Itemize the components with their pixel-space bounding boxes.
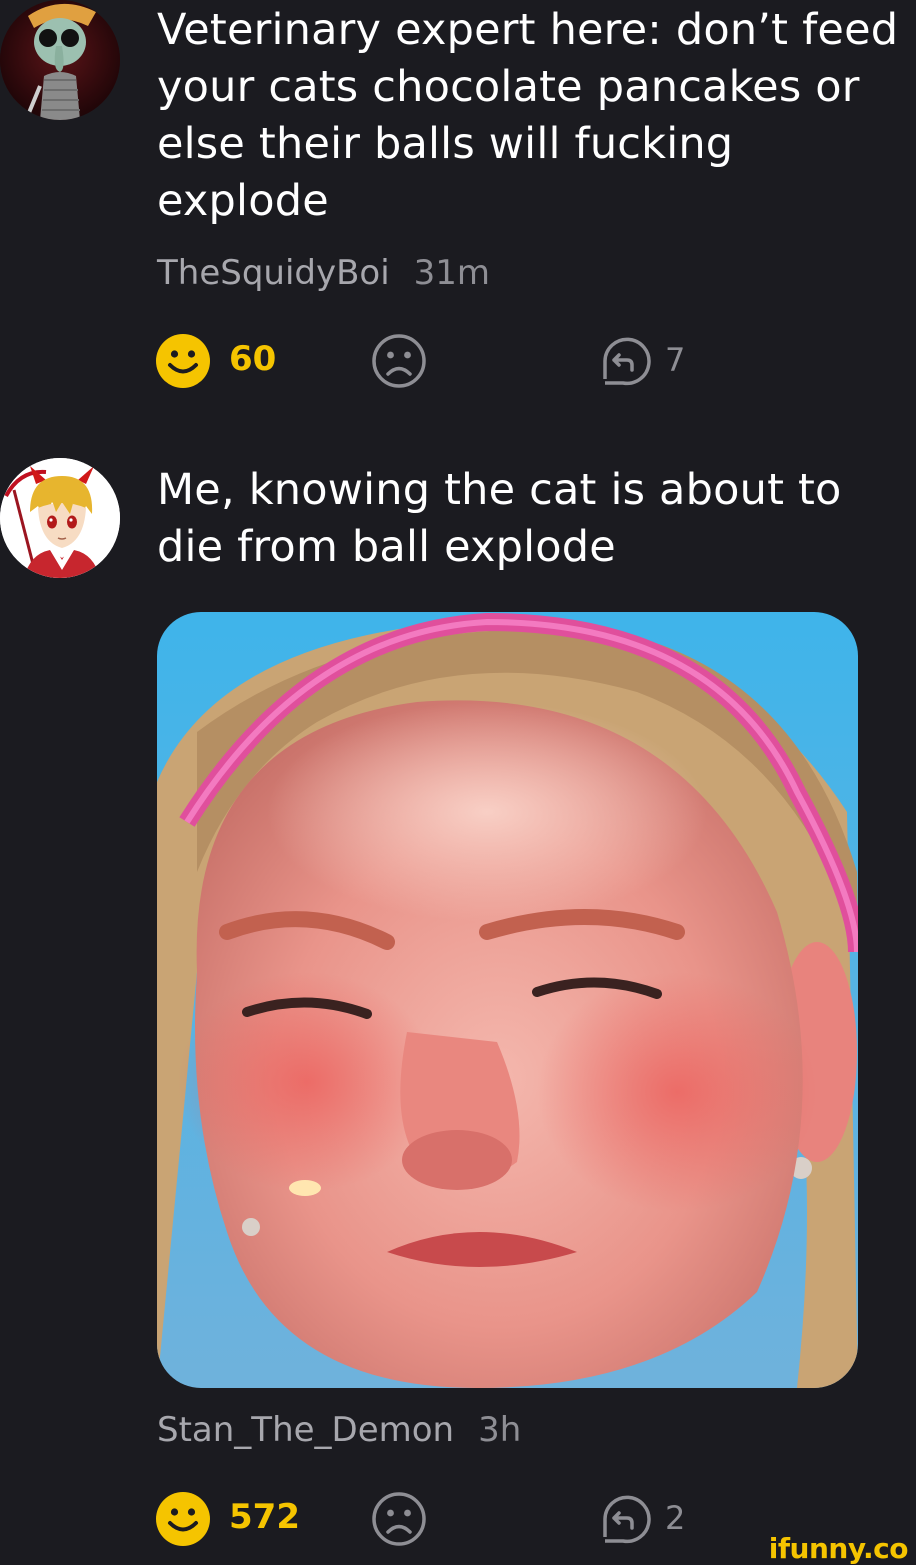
reply-count: 7 xyxy=(665,341,686,379)
comment-text-line: explode xyxy=(157,176,329,226)
comment-actions: 572 2 xyxy=(155,1491,855,1547)
smile-icon[interactable] xyxy=(155,333,211,389)
timestamp: 3h xyxy=(478,1410,522,1450)
comment-actions: 60 7 xyxy=(155,333,855,389)
comment-text-line: Veterinary expert here: don’t feed xyxy=(157,5,899,55)
smile-count: 572 xyxy=(229,1497,300,1537)
comment-text-line: die from ball explode xyxy=(157,522,616,572)
comment-attached-image[interactable] xyxy=(157,612,858,1388)
avatar[interactable] xyxy=(0,458,120,578)
ifunny-watermark: ifunny.co xyxy=(768,1532,909,1565)
comment-meta: Stan_The_Demon 3h xyxy=(157,1410,521,1450)
comment-meta: TheSquidyBoi 31m xyxy=(157,253,490,293)
unsmile-icon[interactable] xyxy=(371,333,427,389)
timestamp: 31m xyxy=(413,253,491,293)
reply-icon[interactable] xyxy=(595,333,651,389)
reply-count: 2 xyxy=(665,1499,686,1537)
smile-icon[interactable] xyxy=(155,1491,211,1547)
comment-text-line: Me, knowing the cat is about to xyxy=(157,465,842,515)
username-link[interactable]: Stan_The_Demon xyxy=(157,1410,454,1450)
anime-demon-avatar-icon xyxy=(0,458,120,578)
smile-count: 60 xyxy=(229,339,277,379)
avatar[interactable] xyxy=(0,0,120,120)
crying-girl-photo xyxy=(157,612,858,1388)
squidward-avatar-icon xyxy=(0,0,120,120)
comment-text-line: your cats chocolate pancakes or xyxy=(157,62,860,112)
comment-text-line: else their balls will fucking xyxy=(157,119,734,169)
reply-icon[interactable] xyxy=(595,1491,651,1547)
comment-1: Veterinary expert here: don’t feed your … xyxy=(0,0,916,400)
comment-text: Me, knowing the cat is about to die from… xyxy=(157,462,916,576)
comment-text: Veterinary expert here: don’t feed your … xyxy=(157,2,916,230)
username-link[interactable]: TheSquidyBoi xyxy=(157,253,390,293)
unsmile-icon[interactable] xyxy=(371,1491,427,1547)
